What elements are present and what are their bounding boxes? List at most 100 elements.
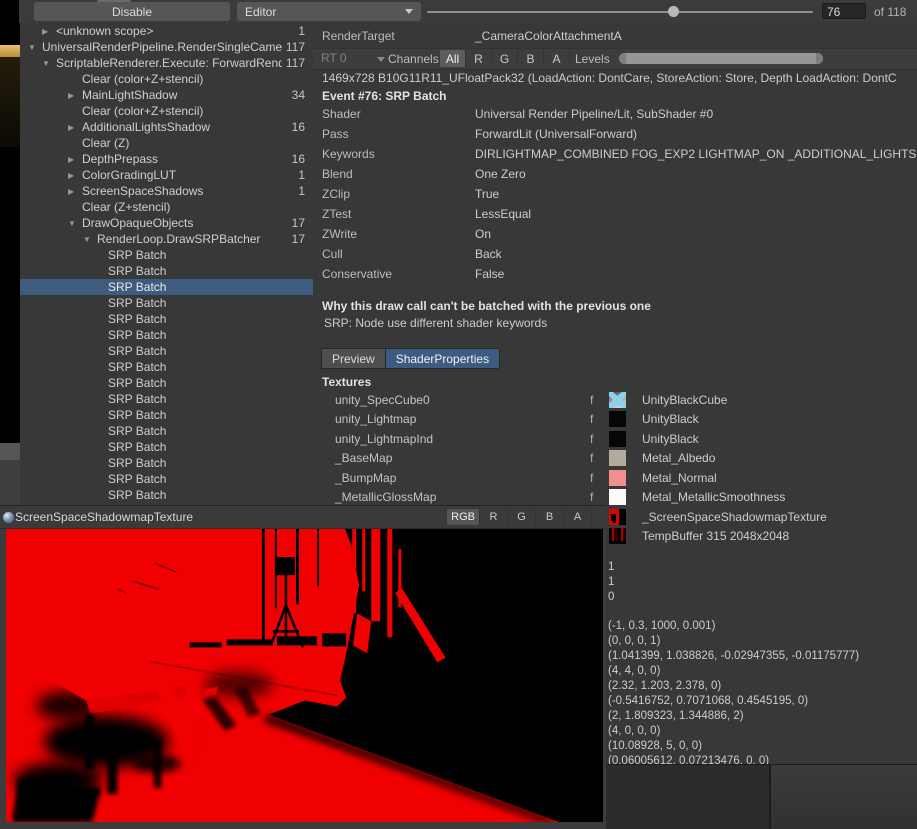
tree-row[interactable]: SRP Batch — [20, 439, 313, 455]
detail-tab[interactable]: ShaderProperties — [385, 348, 500, 369]
preview-titlebar[interactable]: ScreenSpaceShadowmapTexture RGBRGBA — [0, 506, 606, 529]
tree-row[interactable]: Clear (color+Z+stencil) — [20, 103, 313, 119]
preview-channel-button[interactable]: G — [508, 509, 536, 525]
tree-row[interactable]: ScriptableRenderer.Execute: ForwardRende… — [20, 55, 313, 71]
tree-row[interactable]: SRP Batch — [20, 263, 313, 279]
foldout-arrow-icon[interactable] — [68, 187, 82, 196]
tree-row[interactable]: Clear (color+Z+stencil) — [20, 71, 313, 87]
property-row: Pass ForwardLit (UniversalForward) — [313, 127, 917, 147]
tree-row[interactable]: SRP Batch — [20, 327, 313, 343]
tree-row[interactable]: <unknown scope> 1 — [20, 23, 313, 39]
channel-button[interactable]: All — [440, 50, 466, 67]
tree-row[interactable]: DepthPrepass 16 — [20, 151, 313, 167]
event-title: Event #76: SRP Batch — [322, 89, 447, 103]
vector-value: (-0.5416752, 0.7071068, 0.4545195, 0) — [608, 694, 859, 709]
tree-row[interactable]: Clear (Z+stencil) — [20, 199, 313, 215]
foldout-arrow-icon[interactable] — [68, 155, 82, 164]
event-count: 117 — [282, 40, 313, 54]
tree-row[interactable]: UniversalRenderPipeline.RenderSingleCame… — [20, 39, 313, 55]
foldout-arrow-icon[interactable] — [28, 43, 42, 52]
disable-button[interactable]: Disable — [34, 2, 230, 21]
texture-row[interactable]: unity_SpecCube0 f UnityBlackCube — [313, 390, 917, 410]
tree-row[interactable]: SRP Batch — [20, 455, 313, 471]
tree-row[interactable]: RenderLoop.DrawSRPBatcher 17 — [20, 231, 313, 247]
texture-name: UnityBlackCube — [642, 393, 727, 407]
shadowmap-render — [6, 529, 603, 822]
tree-row[interactable]: SRP Batch — [20, 487, 313, 503]
preview-channel-button[interactable]: RGB — [447, 509, 480, 525]
toolbar: Disable Editor 76 of 118 — [0, 0, 917, 24]
foldout-arrow-icon[interactable] — [42, 27, 56, 36]
tree-row[interactable]: AdditionalLightsShadow 16 — [20, 119, 313, 135]
property-key: Shader — [313, 107, 475, 127]
chevron-down-icon — [405, 9, 413, 14]
tree-row[interactable]: Clear (Z) — [20, 135, 313, 151]
event-label: MainLightShadow — [82, 88, 288, 102]
texture-flag: f — [590, 393, 609, 407]
foldout-arrow-icon[interactable] — [68, 123, 82, 132]
background-bottom-panel-right — [769, 765, 917, 829]
render-target-value: _CameraColorAttachmentA — [475, 29, 622, 43]
event-label: SRP Batch — [108, 296, 301, 310]
tree-row[interactable]: ColorGradingLUT 1 — [20, 167, 313, 183]
frame-slider-track[interactable] — [427, 11, 813, 13]
texture-row[interactable]: unity_LightmapInd f UnityBlack — [313, 429, 917, 449]
tree-row[interactable]: SRP Batch — [20, 375, 313, 391]
rt-dropdown-label: RT 0 — [321, 51, 347, 65]
tree-row[interactable]: SRP Batch — [20, 359, 313, 375]
event-label: SRP Batch — [108, 472, 301, 486]
tree-row[interactable]: SRP Batch — [20, 423, 313, 439]
foldout-arrow-icon[interactable] — [68, 171, 82, 180]
texture-property-name: unity_Lightmap — [313, 412, 590, 426]
tree-row[interactable]: MainLightShadow 34 — [20, 87, 313, 103]
tree-row[interactable]: SRP Batch — [20, 279, 313, 295]
property-value: False — [475, 267, 917, 287]
target-selector-dropdown[interactable]: Editor — [237, 2, 421, 21]
vector-value: (2, 1.809323, 1.344886, 2) — [608, 709, 859, 724]
preview-channel-button[interactable]: R — [480, 509, 508, 525]
frame-debugger-window: Disable Editor 76 of 118 <unknown scope>… — [0, 0, 917, 829]
frame-number-input[interactable]: 76 — [822, 3, 866, 19]
event-tree: <unknown scope> 1 UniversalRenderPipelin… — [20, 23, 314, 505]
tree-row[interactable]: SRP Batch — [20, 471, 313, 487]
foldout-arrow-icon[interactable] — [68, 91, 82, 100]
channel-button[interactable]: A — [544, 50, 570, 67]
rt-dropdown[interactable]: RT 0 — [321, 51, 385, 65]
event-label: SRP Batch — [108, 264, 301, 278]
property-value: On — [475, 227, 917, 247]
levels-minmax-slider[interactable] — [619, 53, 823, 64]
foldout-arrow-icon[interactable] — [83, 235, 97, 244]
tree-row[interactable]: SRP Batch — [20, 295, 313, 311]
texture-row[interactable]: unity_Lightmap f UnityBlack — [313, 410, 917, 430]
event-label: SRP Batch — [108, 344, 301, 358]
tree-row[interactable]: DrawOpaqueObjects 17 — [20, 215, 313, 231]
channel-button[interactable]: R — [466, 50, 492, 67]
tree-row[interactable]: SRP Batch — [20, 391, 313, 407]
tree-row[interactable]: SRP Batch — [20, 407, 313, 423]
detail-tab[interactable]: Preview — [321, 348, 385, 369]
texture-thumbnail-icon — [609, 392, 626, 408]
tree-row[interactable]: SRP Batch — [20, 311, 313, 327]
tree-row[interactable]: SRP Batch — [20, 343, 313, 359]
event-label: SRP Batch — [108, 376, 301, 390]
property-row: ZTest LessEqual — [313, 207, 917, 227]
preview-channel-button[interactable]: A — [564, 509, 592, 525]
property-key: Keywords — [313, 147, 475, 167]
textures-header: Textures — [322, 375, 371, 389]
property-value: LessEqual — [475, 207, 917, 227]
channel-button[interactable]: B — [518, 50, 544, 67]
event-label: SRP Batch — [108, 424, 301, 438]
preview-channel-button[interactable]: B — [536, 509, 564, 525]
foldout-arrow-icon[interactable] — [42, 59, 56, 68]
texture-row[interactable]: _BaseMap f Metal_Albedo — [313, 449, 917, 469]
float-values: 110 — [608, 560, 614, 605]
foldout-arrow-icon[interactable] — [68, 219, 82, 228]
frame-slider-thumb[interactable] — [668, 6, 679, 17]
background-panel-edge-2 — [0, 460, 20, 505]
tree-row[interactable]: ScreenSpaceShadows 1 — [20, 183, 313, 199]
texture-row[interactable]: _BumpMap f Metal_Normal — [313, 468, 917, 488]
property-row: Keywords DIRLIGHTMAP_COMBINED FOG_EXP2 L… — [313, 147, 917, 167]
channel-button[interactable]: G — [492, 50, 518, 67]
preview-title: ScreenSpaceShadowmapTexture — [15, 510, 447, 524]
tree-row[interactable]: SRP Batch — [20, 247, 313, 263]
